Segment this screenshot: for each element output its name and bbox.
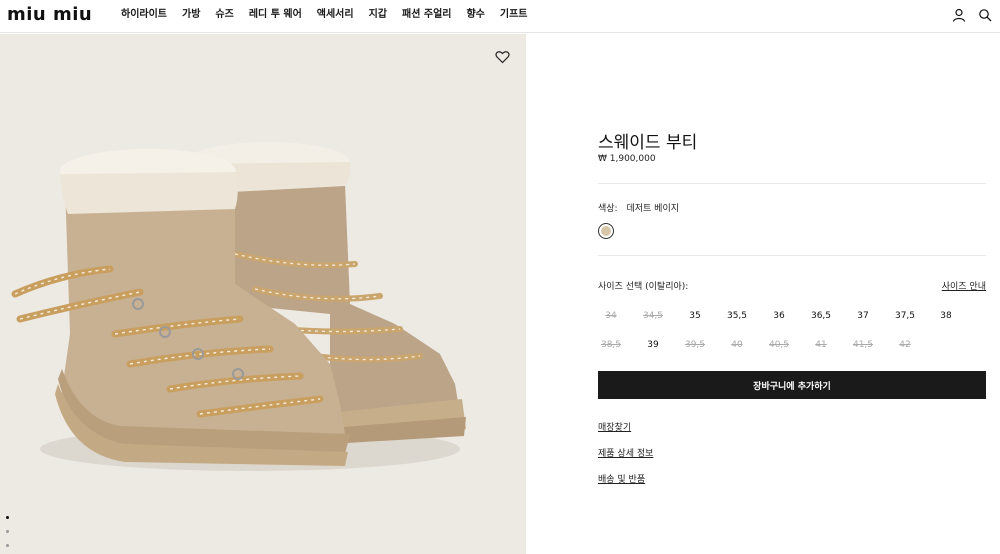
size-option[interactable]: 38,5 bbox=[590, 340, 632, 350]
size-option[interactable]: 39,5 bbox=[674, 340, 716, 350]
color-row: 색상: 데저트 베이지 bbox=[598, 201, 679, 214]
gallery-dot[interactable] bbox=[6, 544, 9, 547]
product-image-gallery[interactable] bbox=[0, 34, 526, 554]
size-option[interactable]: 37 bbox=[842, 311, 884, 321]
size-option[interactable]: 36 bbox=[758, 311, 800, 321]
size-option[interactable]: 34,5 bbox=[632, 311, 674, 321]
store-locator-link[interactable]: 매장찾기 bbox=[598, 420, 631, 433]
site-header: miu miu 하이라이트 가방 슈즈 레디 투 웨어 액세서리 지갑 패션 주… bbox=[0, 0, 1000, 33]
product-title: 스웨이드 부티 bbox=[598, 133, 698, 153]
size-guide-link[interactable]: 사이즈 안내 bbox=[942, 279, 986, 292]
size-option[interactable]: 34 bbox=[590, 311, 632, 321]
size-option[interactable]: 40,5 bbox=[758, 340, 800, 350]
divider bbox=[598, 183, 986, 184]
nav-item-accessories[interactable]: 액세서리 bbox=[317, 9, 354, 21]
divider bbox=[598, 255, 986, 256]
gallery-pagination bbox=[6, 516, 9, 554]
size-option[interactable]: 41,5 bbox=[842, 340, 884, 350]
nav-item-wallets[interactable]: 지갑 bbox=[369, 9, 387, 21]
size-option[interactable]: 37,5 bbox=[884, 311, 926, 321]
color-label: 색상: bbox=[598, 204, 618, 214]
nav-item-highlights[interactable]: 하이라이트 bbox=[121, 9, 167, 21]
color-value: 데저트 베이지 bbox=[626, 204, 680, 214]
nav-item-gifts[interactable]: 기프트 bbox=[500, 9, 528, 21]
nav-item-bags[interactable]: 가방 bbox=[182, 9, 200, 21]
size-option[interactable]: 35 bbox=[674, 311, 716, 321]
product-image bbox=[0, 34, 526, 554]
size-option[interactable]: 39 bbox=[632, 340, 674, 350]
nav-item-fashion-jewelry[interactable]: 패션 주얼리 bbox=[402, 9, 451, 21]
brand-logo[interactable]: miu miu bbox=[7, 6, 92, 24]
size-option[interactable]: 38 bbox=[925, 311, 967, 321]
main-nav: 하이라이트 가방 슈즈 레디 투 웨어 액세서리 지갑 패션 주얼리 향수 기프… bbox=[121, 9, 543, 21]
size-option[interactable]: 41 bbox=[800, 340, 842, 350]
heart-icon[interactable] bbox=[495, 50, 510, 64]
nav-item-shoes[interactable]: 슈즈 bbox=[215, 9, 233, 21]
size-option[interactable]: 36,5 bbox=[800, 311, 842, 321]
shipping-returns-link[interactable]: 배송 및 반품 bbox=[598, 472, 645, 485]
size-option[interactable]: 35,5 bbox=[716, 311, 758, 321]
size-option[interactable]: 40 bbox=[716, 340, 758, 350]
search-icon[interactable] bbox=[978, 8, 992, 22]
nav-item-ready-to-wear[interactable]: 레디 투 웨어 bbox=[249, 9, 302, 21]
add-to-cart-button[interactable]: 장바구니에 추가하기 bbox=[598, 371, 986, 399]
product-price: ₩ 1,900,000 bbox=[598, 154, 656, 164]
gallery-dot[interactable] bbox=[6, 530, 9, 533]
header-icons bbox=[952, 8, 992, 22]
size-label: 사이즈 선택 (이탈리아): bbox=[598, 282, 689, 292]
user-icon[interactable] bbox=[952, 8, 966, 22]
color-swatch[interactable] bbox=[598, 223, 614, 239]
gallery-dot[interactable] bbox=[6, 516, 9, 519]
size-option[interactable]: 42 bbox=[884, 340, 926, 350]
product-details-link[interactable]: 제품 상세 정보 bbox=[598, 446, 653, 459]
nav-item-fragrance[interactable]: 향수 bbox=[466, 9, 484, 21]
